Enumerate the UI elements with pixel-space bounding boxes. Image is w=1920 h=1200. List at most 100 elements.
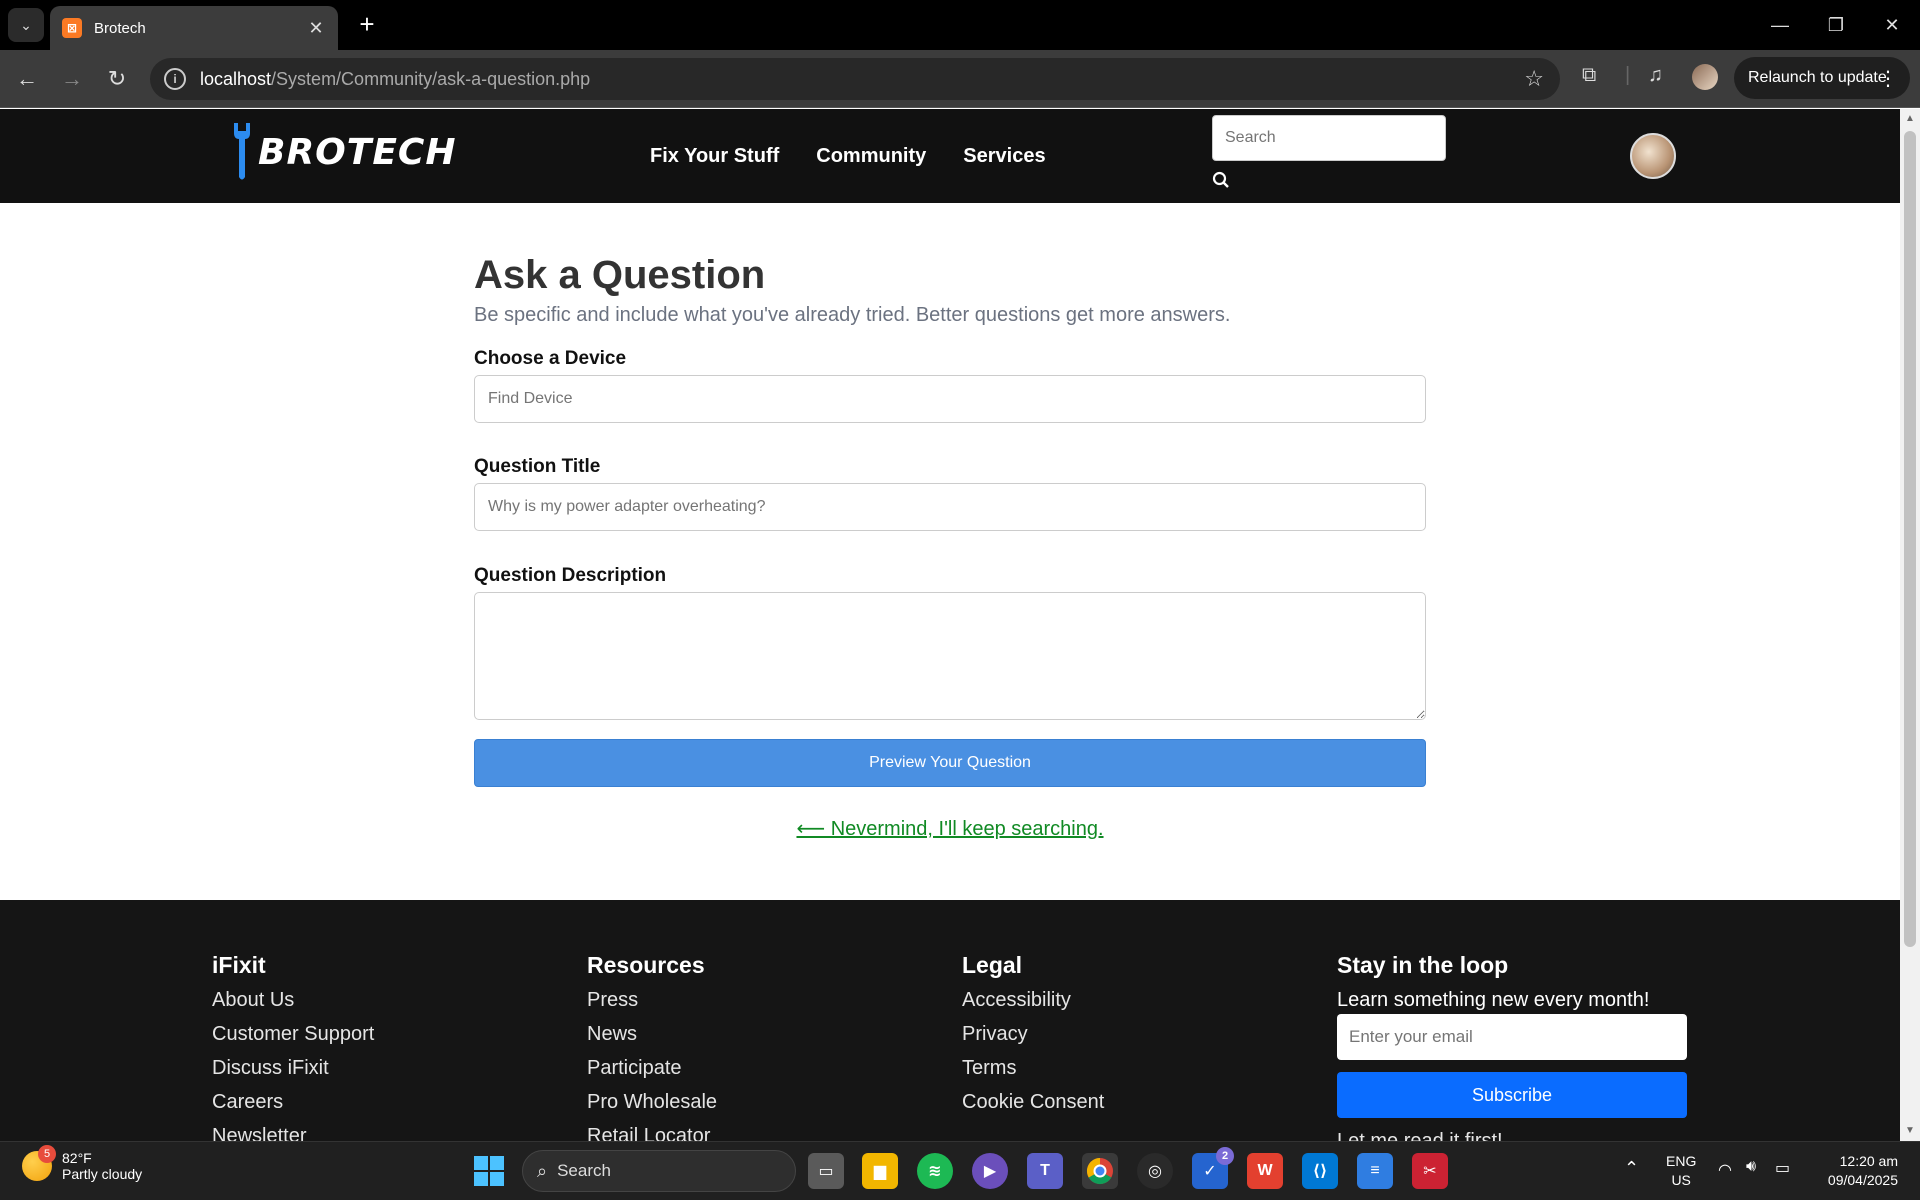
site-header: BROTECH Fix Your Stuff Community Service… — [0, 109, 1900, 203]
battery-icon[interactable]: ▭ — [1775, 1158, 1790, 1178]
restore-icon[interactable]: ❐ — [1808, 0, 1864, 50]
nav-community[interactable]: Community — [816, 145, 926, 168]
language-indicator[interactable]: ENG US — [1666, 1152, 1696, 1190]
weather-temp: 82°F — [62, 1150, 92, 1166]
footer-link-about[interactable]: About Us — [212, 989, 374, 1013]
question-title-input[interactable] — [474, 483, 1426, 531]
footer-col-newsletter: Stay in the loop Learn something new eve… — [1337, 952, 1900, 1141]
user-avatar[interactable] — [1630, 133, 1676, 179]
footer-link-discuss[interactable]: Discuss iFixit — [212, 1057, 374, 1081]
new-tab-button[interactable]: + — [352, 10, 382, 40]
address-bar[interactable]: i localhost /System/Community/ask-a-ques… — [150, 58, 1560, 100]
footer-link-support[interactable]: Customer Support — [212, 1023, 374, 1047]
footer-link-cookie-consent[interactable]: Cookie Consent — [962, 1091, 1104, 1115]
site-search-input[interactable] — [1212, 115, 1446, 161]
media-player-icon[interactable]: ▶ — [972, 1153, 1008, 1189]
newsletter-email-input[interactable] — [1337, 1014, 1687, 1060]
url-host: localhost — [200, 68, 272, 89]
footer-link-press[interactable]: Press — [587, 989, 717, 1013]
tab-search-button[interactable]: ⌄ — [8, 8, 44, 42]
close-window-icon[interactable]: ✕ — [1864, 0, 1920, 50]
notepad-icon[interactable]: ≡ — [1357, 1153, 1393, 1189]
task-view-icon[interactable]: ▭ — [808, 1153, 844, 1189]
windows-taskbar: 5 82°F Partly cloudy ⌕ Search ▭ ▆ ≋ ▶ T … — [0, 1141, 1920, 1200]
todo-icon[interactable]: ✓ 2 — [1192, 1147, 1234, 1189]
forward-icon[interactable]: → — [55, 62, 89, 96]
show-hidden-icons-chevron-icon[interactable]: ⌃ — [1624, 1158, 1639, 1179]
taskbar-search[interactable]: ⌕ Search — [522, 1150, 796, 1192]
newsletter-subheading: Learn something new every month! — [1337, 989, 1650, 1011]
site-info-icon[interactable]: i — [164, 68, 186, 90]
page-subtitle: Be specific and include what you've alre… — [474, 304, 1231, 326]
footer-heading: iFixit — [212, 952, 266, 978]
file-explorer-icon[interactable]: ▆ — [862, 1153, 898, 1189]
bookmark-star-icon[interactable]: ☆ — [1524, 66, 1544, 92]
media-control-icon[interactable]: ♫ — [1648, 64, 1663, 87]
todo-badge: 2 — [1216, 1147, 1234, 1165]
nav-services[interactable]: Services — [963, 145, 1045, 168]
wifi-icon[interactable]: ◠ — [1718, 1160, 1732, 1180]
footer-heading: Stay in the loop — [1337, 952, 1509, 978]
device-label: Choose a Device — [474, 348, 627, 369]
tab-close-icon[interactable]: ✕ — [306, 18, 326, 39]
reload-icon[interactable]: ↻ — [100, 62, 134, 96]
footer-link-news[interactable]: News — [587, 1023, 717, 1047]
footer-col-ifixit: iFixit About Us Customer Support Discuss… — [212, 952, 374, 1141]
url-path: /System/Community/ask-a-question.php — [271, 68, 591, 89]
page-title: Ask a Question — [474, 253, 766, 297]
clock-time: 12:20 am — [1839, 1153, 1898, 1169]
chrome-icon[interactable] — [1082, 1153, 1118, 1189]
extensions-icon[interactable]: ⧉ — [1582, 64, 1596, 87]
footer-col-legal: Legal Accessibility Privacy Terms Cookie… — [962, 952, 1104, 1125]
description-label: Question Description — [474, 565, 667, 586]
brotech-logo[interactable]: BROTECH — [230, 121, 456, 183]
footer-link-accessibility[interactable]: Accessibility — [962, 989, 1104, 1013]
description-textarea[interactable] — [474, 592, 1426, 720]
wrench-icon — [234, 123, 250, 180]
menu-dots-icon[interactable]: ⋮ — [1878, 66, 1898, 91]
footer-link-privacy[interactable]: Privacy — [962, 1023, 1104, 1047]
lang-bottom: US — [1671, 1172, 1691, 1188]
back-icon[interactable]: ← — [10, 62, 44, 96]
footer-link-participate[interactable]: Participate — [587, 1057, 717, 1081]
page-viewport: BROTECH Fix Your Stuff Community Service… — [0, 109, 1900, 1141]
logo-text: BROTECH — [258, 131, 457, 173]
footer-link-newsletter[interactable]: Newsletter — [212, 1125, 374, 1141]
minimize-icon[interactable]: — — [1752, 0, 1808, 50]
read-first-link[interactable]: Let me read it first! — [1337, 1130, 1900, 1141]
footer-link-retail-locator[interactable]: Retail Locator — [587, 1125, 717, 1141]
browser-profile-avatar[interactable] — [1692, 64, 1718, 90]
weather-badge: 5 — [38, 1145, 56, 1163]
nevermind-link[interactable]: ⟵ Nevermind, I'll keep searching. — [474, 816, 1426, 841]
lang-top: ENG — [1666, 1153, 1697, 1169]
windows-start-icon[interactable] — [474, 1156, 504, 1186]
preview-question-button[interactable]: Preview Your Question — [474, 739, 1426, 787]
obs-icon[interactable]: ◎ — [1137, 1153, 1173, 1189]
browser-tab-active[interactable]: ⊠ Brotech ✕ — [50, 6, 338, 50]
scroll-down-arrow-icon[interactable]: ▼ — [1905, 1125, 1915, 1136]
scroll-up-arrow-icon[interactable]: ▲ — [1905, 113, 1915, 124]
footer-link-terms[interactable]: Terms — [962, 1057, 1104, 1081]
site-footer: iFixit About Us Customer Support Discuss… — [0, 900, 1900, 1141]
page-scrollbar[interactable]: ▲ ▼ — [1900, 109, 1920, 1141]
footer-link-careers[interactable]: Careers — [212, 1091, 374, 1115]
subscribe-button[interactable]: Subscribe — [1337, 1072, 1687, 1118]
nav-fix-your-stuff[interactable]: Fix Your Stuff — [650, 145, 779, 168]
snipping-tool-icon[interactable]: ✂ — [1412, 1153, 1448, 1189]
partly-cloudy-icon: 5 — [22, 1145, 56, 1181]
scrollbar-thumb[interactable] — [1904, 131, 1916, 947]
footer-heading: Resources — [587, 952, 705, 978]
relaunch-button[interactable]: Relaunch to update ⋮ — [1734, 57, 1910, 99]
search-icon[interactable] — [1212, 171, 1230, 189]
teams-icon[interactable]: T — [1027, 1153, 1063, 1189]
system-clock[interactable]: 12:20 am 09/04/2025 — [1828, 1152, 1898, 1190]
vscode-icon[interactable]: ⟨⟩ — [1302, 1153, 1338, 1189]
spotify-icon[interactable]: ≋ — [917, 1153, 953, 1189]
weather-widget[interactable]: 5 82°F Partly cloudy — [22, 1145, 142, 1182]
device-input[interactable] — [474, 375, 1426, 423]
volume-icon[interactable]: 🔊︎ — [1746, 1158, 1756, 1176]
wps-office-icon[interactable]: W — [1247, 1153, 1283, 1189]
xampp-favicon-icon: ⊠ — [62, 18, 82, 38]
ask-question-form: Ask a Question Be specific and include w… — [474, 253, 1426, 840]
footer-link-pro-wholesale[interactable]: Pro Wholesale — [587, 1091, 717, 1115]
